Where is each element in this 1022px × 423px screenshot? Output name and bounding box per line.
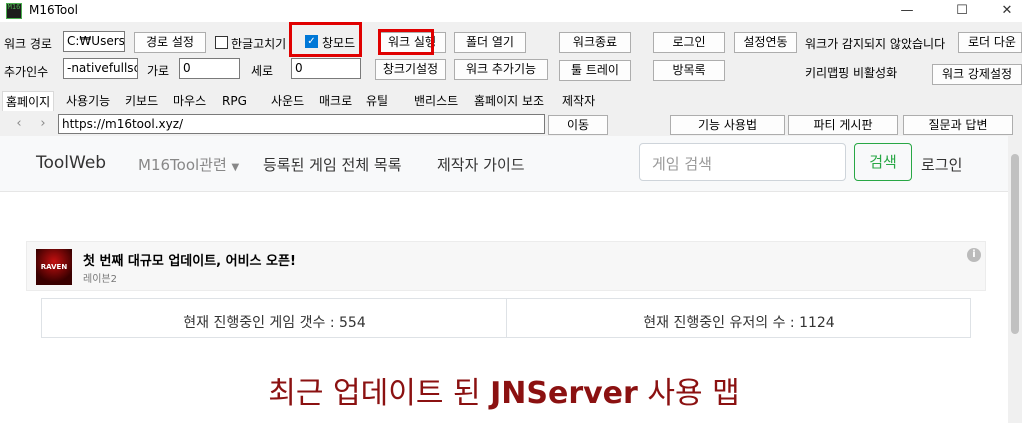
go-button[interactable]: 이동 — [548, 115, 608, 135]
work-run-highlight — [378, 29, 434, 55]
work-end-button[interactable]: 워크종료 — [559, 32, 631, 53]
heading-server: JNServer — [490, 376, 638, 411]
tab-strip: 홈페이지 사용기능 키보드 마우스 RPG 사운드 매크로 유틸 밴리스트 홈페… — [0, 91, 1022, 111]
settings-link-button[interactable]: 설정연동 — [734, 32, 797, 53]
width-label: 가로 — [147, 64, 170, 78]
add-work-button[interactable]: 워크 추가기능 — [454, 59, 548, 80]
forward-arrow-icon[interactable]: › — [34, 115, 52, 133]
detect-status-text: 워크가 감지되지 않았습니다 — [805, 37, 946, 51]
tab-features[interactable]: 사용기능 — [66, 91, 110, 111]
path-setting-button[interactable]: 경로 설정 — [134, 32, 206, 53]
menu-dropdown-label: M16Tool관련 — [138, 156, 227, 174]
hangul-fix-checkbox[interactable] — [215, 36, 228, 49]
tab-banlist[interactable]: 밴리스트 — [414, 91, 458, 111]
open-folder-button[interactable]: 폴더 열기 — [454, 32, 526, 53]
nav-guide-link[interactable]: 제작자 가이드 — [437, 154, 525, 175]
minimize-icon[interactable]: — — [884, 0, 930, 22]
nav-games-link[interactable]: 등록된 게임 전체 목록 — [263, 154, 402, 175]
title-bar: M16 M16Tool — ☐ ✕ — [0, 0, 1022, 22]
browser-nav-bar: ‹ › https://m16tool.xyz/ 이동 기능 사용법 파티 게시… — [0, 112, 1022, 136]
keymap-disable-text[interactable]: 키리맵핑 비활성화 — [805, 64, 897, 81]
tab-mouse[interactable]: 마우스 — [173, 91, 206, 111]
height-input[interactable]: 0 — [291, 58, 361, 79]
search-button[interactable]: 검색 — [854, 143, 912, 181]
app-logo-icon: M16 — [6, 3, 22, 19]
tab-macro[interactable]: 매크로 — [319, 91, 352, 111]
party-board-button[interactable]: 파티 게시판 — [788, 115, 898, 135]
hangul-fix-label: 한글고치기 — [231, 37, 287, 51]
menu-dropdown[interactable]: M16Tool관련 ▼ — [138, 154, 239, 175]
notice-card[interactable]: RAVEN 첫 번째 대규모 업데이트, 어비스 오픈! 레이븐2 i — [26, 241, 986, 291]
tool-tray-button[interactable]: 툴 트레이 — [559, 60, 631, 81]
work-path-input[interactable]: C:₩Users — [63, 31, 125, 52]
site-login-link[interactable]: 로그인 — [921, 154, 962, 175]
maximize-icon[interactable]: ☐ — [939, 0, 985, 22]
tab-homepage[interactable]: 홈페이지 — [2, 91, 55, 111]
web-view: ToolWeb M16Tool관련 ▼ 등록된 게임 전체 목록 제작자 가이드… — [0, 136, 1022, 423]
recent-maps-heading: 최근 업데이트 된 JNServer 사용 맵 — [0, 368, 1008, 412]
tab-creator[interactable]: 제작자 — [562, 91, 595, 111]
tab-keyboard[interactable]: 키보드 — [125, 91, 158, 111]
scroll-thumb[interactable] — [1011, 154, 1019, 334]
notice-subtitle: 레이븐2 — [83, 274, 117, 285]
tab-sound[interactable]: 사운드 — [271, 91, 304, 111]
close-icon[interactable]: ✕ — [984, 0, 1022, 22]
loader-download-button[interactable]: 로더 다운 — [958, 32, 1022, 53]
game-thumbnail: RAVEN — [36, 249, 72, 285]
window-mode-highlight — [289, 22, 362, 57]
login-button[interactable]: 로그인 — [653, 32, 725, 53]
heading-prefix: 최근 업데이트 된 — [268, 376, 491, 411]
tab-util[interactable]: 유틸 — [366, 91, 388, 111]
tab-homepage-sub[interactable]: 홈페이지 보조 — [474, 91, 544, 111]
guestbook-button[interactable]: 방목록 — [653, 60, 725, 81]
stats-panel: 현재 진행중인 게임 갯수 : 554 현재 진행중인 유저의 수 : 1124 — [41, 298, 971, 338]
tab-rpg[interactable]: RPG — [222, 91, 247, 111]
height-label: 세로 — [251, 64, 274, 78]
window-title: M16Tool — [29, 3, 78, 17]
games-count-stat: 현재 진행중인 게임 갯수 : 554 — [183, 315, 366, 331]
caret-down-icon: ▼ — [231, 162, 240, 173]
notice-title: 첫 번째 대규모 업데이트, 어비스 오픈! — [83, 254, 296, 269]
heading-suffix: 사용 맵 — [637, 376, 740, 411]
info-icon[interactable]: i — [967, 248, 981, 262]
site-navbar: ToolWeb M16Tool관련 ▼ 등록된 게임 전체 목록 제작자 가이드… — [0, 136, 1008, 192]
extra-args-input[interactable]: -nativefullsc — [63, 58, 138, 79]
work-path-label: 워크 경로 — [4, 37, 52, 51]
users-count-stat: 현재 진행중인 유저의 수 : 1124 — [506, 299, 971, 337]
game-search-input[interactable]: 게임 검색 — [639, 143, 846, 181]
site-brand[interactable]: ToolWeb — [36, 153, 106, 173]
qna-button[interactable]: 질문과 답변 — [903, 115, 1013, 135]
window-size-button[interactable]: 창크기설정 — [375, 59, 446, 80]
back-arrow-icon[interactable]: ‹ — [10, 115, 28, 133]
scrollbar[interactable] — [1008, 136, 1022, 423]
how-to-button[interactable]: 기능 사용법 — [670, 115, 785, 135]
width-input[interactable]: 0 — [179, 58, 240, 79]
force-work-setting-button[interactable]: 워크 강제설정 — [932, 64, 1022, 85]
extra-args-label: 추가인수 — [4, 65, 49, 79]
url-input[interactable]: https://m16tool.xyz/ — [58, 114, 545, 134]
